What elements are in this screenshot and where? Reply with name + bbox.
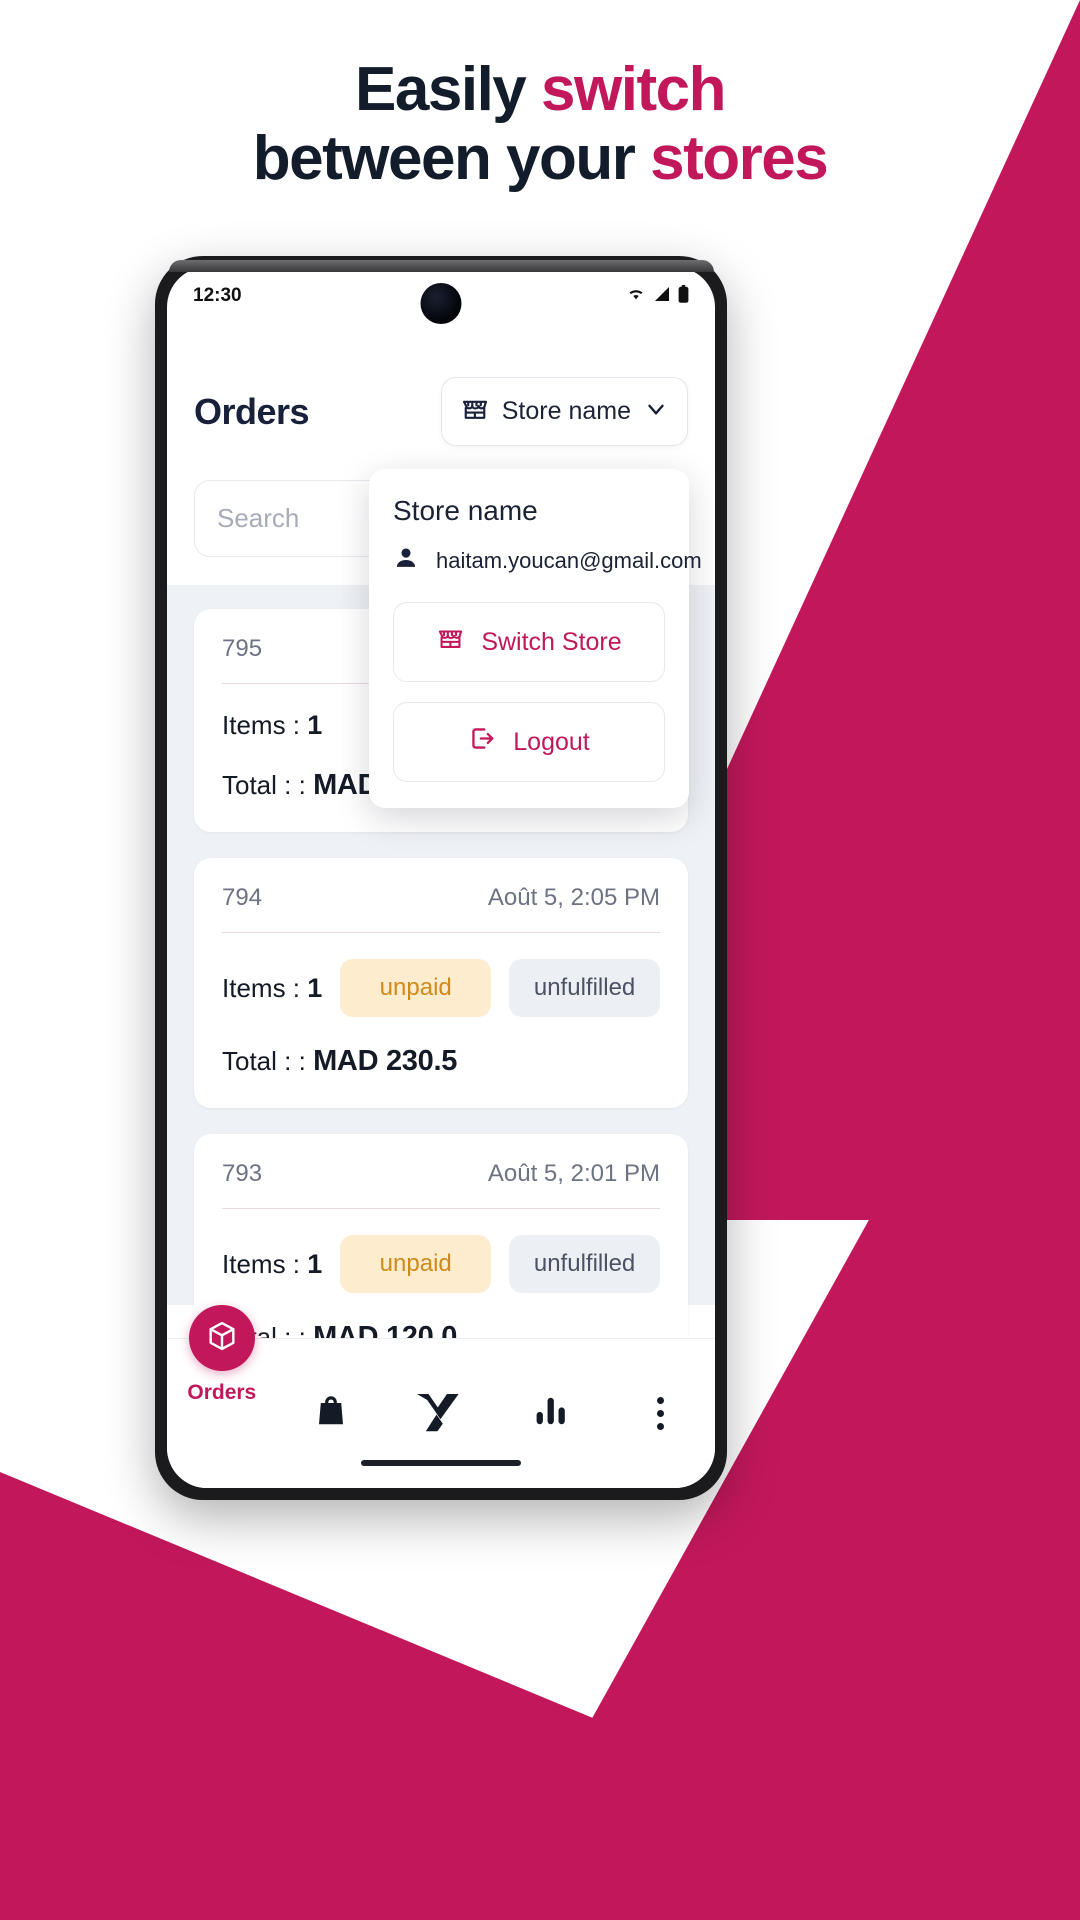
box-3d-icon: [205, 1319, 239, 1358]
orders-fab[interactable]: [188, 1305, 255, 1371]
phone-mockup: 12:30 Orders Store name Search 795 Items…: [155, 256, 727, 1500]
order-total: Total : : MAD 230.5: [222, 1045, 660, 1078]
total-label: Total : :: [222, 1046, 306, 1076]
order-card-header: 793 Août 5, 2:01 PM: [222, 1160, 660, 1209]
promo-line2-accent: stores: [650, 124, 829, 194]
order-card-body: Items : 1 unpaid unfulfilled: [222, 959, 660, 1017]
front-camera-punch-hole: [420, 283, 462, 324]
switch-store-button[interactable]: Switch Store: [393, 602, 665, 682]
order-card[interactable]: 794 Août 5, 2:05 PM Items : 1 unpaid unf…: [194, 858, 688, 1108]
switch-store-label: Switch Store: [481, 627, 622, 656]
battery-icon: [678, 284, 689, 308]
payment-status-badge: unpaid: [340, 1235, 492, 1293]
promo-headline-line1: Easily switch: [0, 55, 1080, 124]
shopping-bag-icon: [313, 1393, 349, 1434]
order-id: 793: [222, 1160, 263, 1187]
fulfillment-status-badge: unfulfilled: [509, 959, 660, 1017]
order-items: Items : 1: [222, 1249, 322, 1280]
order-card-header: 794 Août 5, 2:05 PM: [222, 884, 660, 933]
status-time: 12:30: [193, 285, 242, 306]
items-label: Items :: [222, 972, 301, 1003]
order-date: Août 5, 2:05 PM: [487, 884, 660, 911]
items-count: 1: [307, 710, 323, 740]
signal-icon: [653, 286, 671, 307]
search-placeholder: Search: [217, 503, 300, 533]
store-dropdown-panel[interactable]: Store name haitam.youcan@gmail.com Switc…: [369, 469, 702, 808]
storefront-icon: [436, 624, 465, 660]
dropdown-user-row: haitam.youcan@gmail.com: [393, 545, 702, 576]
store-selector-button[interactable]: Store name: [440, 377, 688, 446]
youcan-logo-icon: [415, 1388, 467, 1439]
promo-line1-plain: Easily: [355, 55, 542, 124]
order-id: 795: [222, 635, 263, 662]
home-indicator: [361, 1460, 521, 1466]
chevron-down-icon: [643, 396, 669, 427]
more-vertical-icon: [656, 1397, 664, 1430]
order-id: 794: [222, 884, 263, 911]
phone-screen: 12:30 Orders Store name Search 795 Items…: [167, 267, 715, 1488]
nav-item-more[interactable]: [605, 1339, 715, 1488]
payment-status-badge: unpaid: [340, 959, 492, 1017]
dropdown-user-email: haitam.youcan@gmail.com: [436, 547, 702, 573]
logout-icon: [468, 724, 497, 760]
total-label: Total : :: [222, 770, 306, 800]
order-card-body: Items : 1 unpaid unfulfilled: [222, 1235, 660, 1293]
bar-chart-icon: [533, 1393, 569, 1434]
status-bar: 12:30: [167, 267, 715, 325]
store-selector-label: Store name: [501, 397, 631, 425]
items-count: 1: [307, 972, 323, 1003]
order-items: Items : 1: [222, 973, 322, 1004]
promo-headline-line2: between your stores: [0, 124, 1080, 193]
nav-item-orders[interactable]: Orders: [167, 1305, 277, 1488]
phone-top-bezel-highlight: [169, 260, 714, 272]
order-date: Août 5, 2:01 PM: [487, 1160, 660, 1187]
order-items: Items : 1: [222, 710, 322, 741]
logout-button[interactable]: Logout: [393, 702, 665, 782]
items-label: Items :: [222, 1248, 301, 1279]
app-header: Orders Store name: [167, 325, 715, 446]
person-icon: [393, 545, 419, 576]
total-value: MAD 230.5: [313, 1045, 458, 1077]
logout-label: Logout: [513, 727, 590, 756]
status-icons: [626, 284, 689, 308]
storefront-icon: [460, 394, 490, 429]
nav-label-orders: Orders: [187, 1381, 257, 1404]
promo-headline: Easily switch between your stores: [0, 55, 1080, 194]
promo-line2-plain: between your: [252, 124, 651, 194]
dropdown-store-name: Store name: [393, 495, 538, 526]
page-title: Orders: [194, 390, 310, 432]
wifi-icon: [626, 286, 646, 307]
items-label: Items :: [222, 710, 301, 740]
promo-line1-accent: switch: [541, 55, 726, 124]
fulfillment-status-badge: unfulfilled: [509, 1235, 660, 1293]
items-count: 1: [307, 1248, 323, 1279]
